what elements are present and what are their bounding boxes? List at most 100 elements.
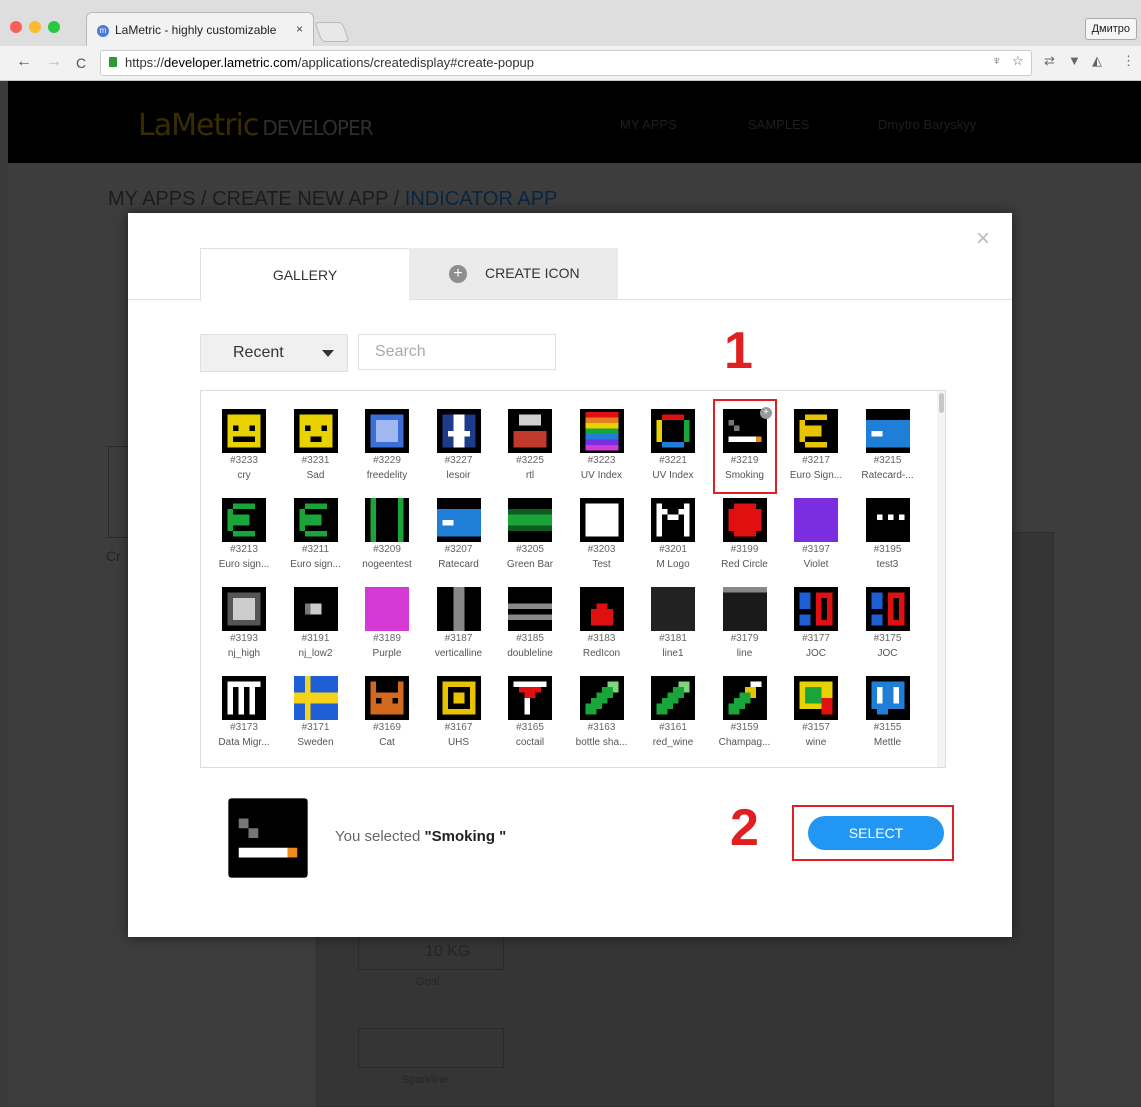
gallery-icon-item[interactable]: #3197 Violet	[783, 484, 849, 570]
icon-number: #3175	[873, 633, 902, 644]
icon-name: doubleline	[507, 648, 553, 659]
new-tab-button[interactable]	[314, 22, 350, 42]
back-icon[interactable]: ←	[16, 53, 32, 71]
gallery-icon-item[interactable]: #3175 JOC	[855, 573, 921, 659]
tab-close-icon[interactable]: ×	[296, 22, 303, 36]
gallery-icon-item[interactable]: #3165 coctail	[497, 662, 563, 748]
gallery-icon-item[interactable]: #3213 Euro sign...	[211, 484, 277, 570]
gallery-icon-item[interactable]: #3199 Red Circle	[712, 484, 778, 570]
gallery-icon-item[interactable]: #3171 Sweden	[283, 662, 349, 748]
gallery-icon-item[interactable]: #3205 Green Bar	[497, 484, 563, 570]
filter-dropdown[interactable]: Recent	[200, 334, 348, 372]
icon-name: cry	[237, 470, 251, 481]
close-window-button[interactable]	[10, 21, 22, 33]
gallery-icon-item[interactable]: #3155 Mettle	[855, 662, 921, 748]
menu-icon[interactable]: ⋮	[1122, 53, 1135, 69]
icon-name: UV Index	[652, 470, 694, 481]
icon-number: #3211	[301, 544, 330, 555]
icon-name: Sad	[306, 470, 325, 481]
gallery-icon-item[interactable]: #3209 nogeentest	[354, 484, 420, 570]
gallery-icon-item[interactable]: #3233 cry	[211, 395, 277, 481]
card-icon	[436, 498, 481, 542]
gallery-icon-item[interactable]: #3163 bottle sha...	[569, 662, 635, 748]
forward-icon[interactable]: →	[46, 53, 62, 71]
gallery-icon-item[interactable]: #3207 Ratecard	[426, 484, 492, 570]
maximize-window-button[interactable]	[48, 21, 60, 33]
selected-text: You selected "Smoking "	[335, 828, 507, 845]
icon-thumbnail	[865, 676, 910, 720]
scrollbar-thumb[interactable]	[939, 393, 944, 413]
pocket-icon[interactable]: ▼	[1068, 53, 1081, 68]
reload-icon[interactable]: C	[76, 55, 86, 71]
minimize-window-button[interactable]	[29, 21, 41, 33]
close-icon[interactable]: ×	[976, 227, 990, 251]
browser-tab[interactable]: m LaMetric - highly customizable ×	[86, 12, 314, 47]
tab-create-icon[interactable]: + CREATE ICON	[409, 248, 618, 299]
site-header: LaMetric DEVELOPER MY APPS SAMPLES Dmytro…	[8, 81, 1141, 163]
nav-samples[interactable]: SAMPLES	[748, 117, 809, 132]
extension-icon[interactable]: ⇄	[1044, 53, 1055, 69]
select-button[interactable]: SELECT	[808, 816, 944, 850]
gallery-icon-item[interactable]: #3173 Data Migr...	[211, 662, 277, 748]
plus-circle-icon: +	[449, 265, 467, 283]
gallery-icon-item[interactable]: #3187 verticalline	[426, 573, 492, 659]
scrollbar[interactable]	[937, 391, 945, 767]
icon-thumbnail	[579, 587, 624, 631]
icon-name: coctail	[515, 737, 545, 748]
gallery-icon-item[interactable]: #3181 line1	[640, 573, 706, 659]
icon-name: Ratecard-...	[861, 470, 914, 481]
icon-name: Test	[592, 559, 611, 570]
gallery-icon-item[interactable]: #3227 lesoir	[426, 395, 492, 481]
gallery-icon-item[interactable]: #3221 UV Index	[640, 395, 706, 481]
gallery-icon-item[interactable]: #3161 red_wine	[640, 662, 706, 748]
gallery-icon-item[interactable]: #3169 Cat	[354, 662, 420, 748]
gallery-icon-item[interactable]: #3193 nj_high	[211, 573, 277, 659]
address-bar[interactable]: https://developer.lametric.com/applicati…	[100, 50, 1032, 76]
euro-icon	[794, 409, 838, 453]
gallery-icon-item[interactable]: #3159 Champag...	[712, 662, 778, 748]
dot-icon	[293, 587, 338, 631]
icon-number: #3161	[659, 722, 687, 733]
gallery-icon-item[interactable]: #3203 Test	[569, 484, 635, 570]
icon-name: rtl	[525, 470, 535, 481]
icon-name: verticalline	[434, 648, 483, 659]
key-icon[interactable]: ♆	[992, 53, 1002, 68]
icon-thumbnail	[222, 587, 266, 631]
nav-my-apps[interactable]: MY APPS	[620, 117, 677, 132]
gallery-icon-item[interactable]: #3183 RedIcon	[569, 573, 635, 659]
icon-number: #3181	[659, 633, 687, 644]
gallery-icon-item[interactable]: #3211 Euro sign...	[283, 484, 349, 570]
icon-name: Mettle	[873, 737, 902, 748]
profile-button[interactable]: Дмитро	[1084, 18, 1137, 40]
gallery-icon-item[interactable]: #3201 M Logo	[640, 484, 706, 570]
icon-name: line1	[662, 648, 684, 659]
bookmark-star-icon[interactable]: ☆	[1012, 53, 1024, 69]
icon-thumbnail	[436, 676, 481, 720]
gallery-icon-item[interactable]: #3217 Euro Sign...	[783, 395, 849, 481]
add-icon-badge[interactable]: +	[760, 407, 772, 419]
gallery-icon-item[interactable]: #3157 wine	[783, 662, 849, 748]
gallery-icon-item[interactable]: #3185 doubleline	[497, 573, 563, 659]
icon-name: lesoir	[446, 470, 471, 481]
gallery-icon-item[interactable]: #3189 Purple	[354, 573, 420, 659]
gallery-icon-item[interactable]: #3231 Sad	[283, 395, 349, 481]
search-input[interactable]	[358, 334, 556, 370]
gallery-icon-item[interactable]: #3225 rtl	[497, 395, 563, 481]
drive-icon[interactable]: ◭	[1092, 53, 1102, 69]
tab-gallery[interactable]: GALLERY	[200, 248, 410, 301]
nav-user[interactable]: Dmytro Baryskyy	[878, 117, 976, 132]
rainbow-icon	[579, 409, 624, 453]
gallery-icon-item[interactable]: #3167 UHS	[426, 662, 492, 748]
gallery-icon-item[interactable]: #3223 UV Index	[569, 395, 635, 481]
icon-thumbnail	[579, 498, 624, 542]
cat-icon	[365, 676, 409, 720]
gallery-icon-item[interactable]: #3191 nj_low2	[283, 573, 349, 659]
gallery-icon-item[interactable]: #3195 test3	[855, 484, 921, 570]
gallery-icon-item[interactable]: #3179 line	[712, 573, 778, 659]
icon-thumbnail	[865, 409, 910, 453]
gallery-icon-item[interactable]: #3229 freedelity	[354, 395, 420, 481]
gallery-icon-item[interactable]: #3177 JOC	[783, 573, 849, 659]
icon-thumbnail	[365, 498, 409, 542]
icon-number: #3197	[802, 544, 830, 555]
gallery-icon-item[interactable]: #3215 Ratecard-...	[855, 395, 921, 481]
